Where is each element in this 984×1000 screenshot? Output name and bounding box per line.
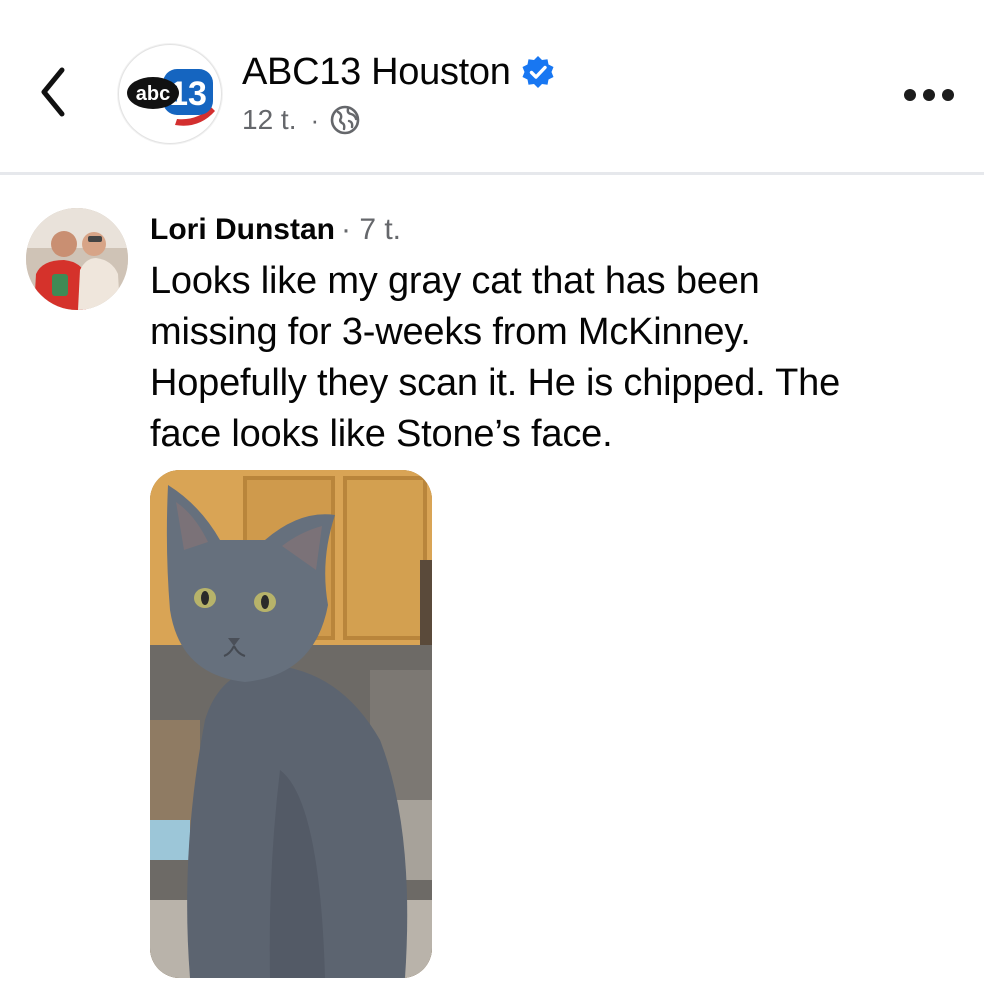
comment-line: missing for 3-weeks from McKinney. — [150, 311, 751, 353]
page-avatar[interactable]: 13 abc — [118, 44, 222, 144]
globe-icon — [330, 105, 360, 135]
commenter-name[interactable]: Lori Dunstan — [150, 213, 335, 247]
chevron-left-icon — [41, 67, 65, 117]
more-options-dot — [923, 89, 935, 101]
comment-line: Looks like my gray cat that has been — [150, 260, 760, 302]
comment-line: face looks like Stone’s face. — [150, 413, 613, 455]
logo-abc-text: abc — [136, 83, 170, 105]
comment-time[interactable]: · 7 t. — [341, 213, 401, 247]
post-time[interactable]: 12 t. — [242, 104, 296, 136]
more-options-button[interactable] — [904, 80, 954, 110]
commenter-profile-photo — [26, 208, 128, 310]
comment-body: Looks like my gray cat that has been mis… — [150, 256, 970, 460]
abc13-logo: 13 abc — [127, 69, 215, 126]
meta-separator: · — [310, 104, 320, 135]
comment-photo[interactable] — [150, 470, 432, 978]
back-button[interactable] — [30, 60, 80, 124]
header-divider — [0, 172, 984, 175]
comment-line: Hopefully they scan it. He is chipped. T… — [150, 362, 841, 404]
page-name-row: ABC13 Houston — [242, 48, 555, 96]
comment-header: Lori Dunstan · 7 t. — [150, 210, 401, 250]
more-options-dot — [904, 89, 916, 101]
more-options-dot — [942, 89, 954, 101]
page-name[interactable]: ABC13 Houston — [242, 51, 511, 94]
verified-badge-icon — [522, 56, 554, 88]
gray-cat-photo — [150, 470, 432, 978]
post-meta: 12 t. · — [242, 100, 361, 140]
commenter-avatar[interactable] — [26, 208, 128, 310]
post-header: 13 abc ABC13 Houston 12 t. · — [0, 0, 984, 172]
